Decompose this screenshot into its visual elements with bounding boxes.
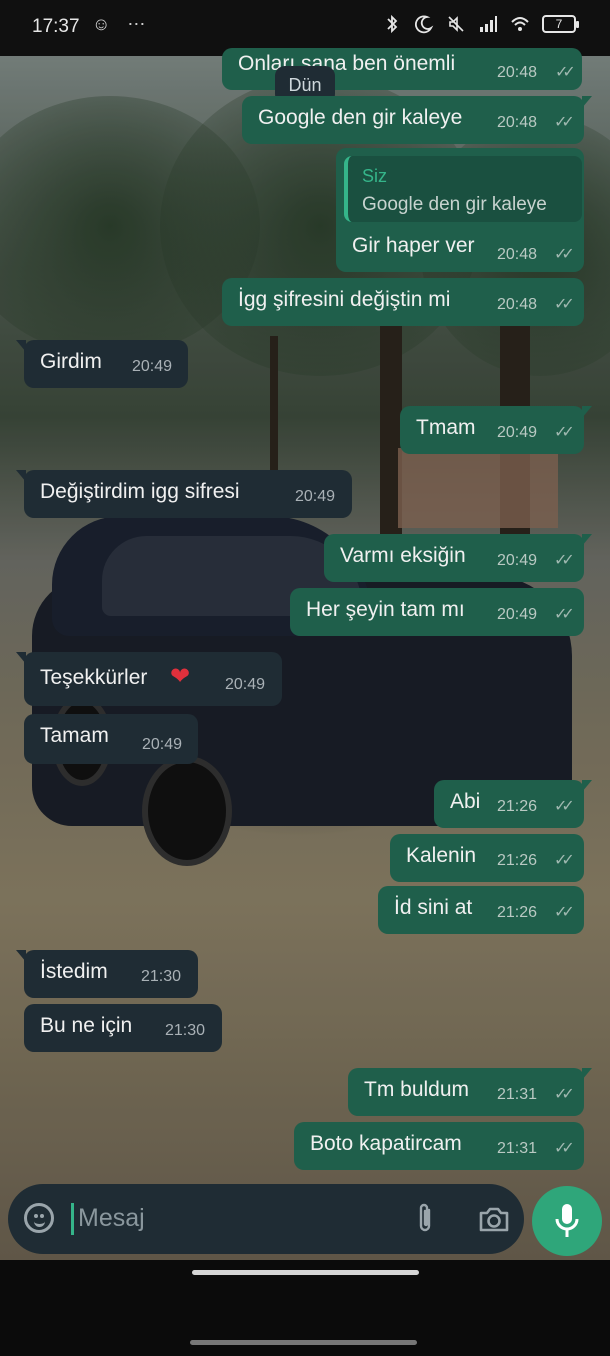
message-bubble[interactable]: İgg şifresini değiştin mi 20:48 ✓✓	[222, 278, 584, 326]
message-bubble[interactable]: Boto kapatircam 21:31 ✓✓	[294, 1122, 584, 1170]
message-text: Tamam	[40, 724, 109, 747]
message-text: Varmı eksiğin	[340, 544, 466, 567]
read-ticks-icon: ✓✓	[554, 552, 575, 569]
message-text: Değiştirdim igg sifresi	[40, 480, 240, 503]
message-bubble[interactable]: Tm buldum 21:31 ✓✓	[348, 1068, 592, 1116]
quote-text: Google den gir kaleye	[362, 194, 547, 215]
message-time: 21:30	[165, 1022, 206, 1039]
message-bubble[interactable]: İd sini at 21:26 ✓✓	[378, 886, 584, 934]
message-time: 21:30	[141, 968, 182, 985]
quoted-message[interactable]: Siz Google den gir kaleye	[344, 156, 582, 222]
read-ticks-icon: ✓✓	[554, 904, 575, 921]
signal-icon	[480, 16, 497, 32]
message-bubble[interactable]: Bu ne için 21:30	[24, 1004, 222, 1052]
message-bubble[interactable]: Girdim 20:49	[16, 340, 188, 388]
message-composer[interactable]: Mesaj	[8, 1184, 524, 1254]
message-text: Boto kapatircam	[310, 1132, 462, 1155]
message-time: 21:31	[497, 1140, 538, 1157]
message-text: İgg şifresini değiştin mi	[238, 288, 451, 311]
bluetooth-icon	[387, 14, 398, 34]
message-text: Girdim	[40, 350, 102, 373]
message-bubble[interactable]: İstedim 21:30	[16, 950, 198, 998]
message-text: Tmam	[416, 416, 476, 439]
message-time: 20:49	[497, 424, 538, 441]
message-time: 21:26	[497, 798, 538, 815]
read-ticks-icon: ✓✓	[554, 1086, 575, 1103]
message-time: 21:31	[497, 1086, 538, 1103]
read-ticks-icon: ✓✓	[554, 424, 575, 441]
wifi-icon	[511, 17, 529, 31]
message-bubble[interactable]: Tamam 20:49	[24, 714, 198, 764]
read-ticks-icon: ✓✓	[554, 114, 575, 131]
message-time: 20:49	[295, 488, 336, 505]
message-time: 21:26	[497, 852, 538, 869]
read-ticks-icon: ✓✓	[554, 606, 575, 623]
message-text: Bu ne için	[40, 1014, 133, 1037]
heart-emoji: ❤	[170, 663, 191, 690]
message-time: 20:48	[497, 296, 538, 313]
message-text: Gir haper ver	[352, 234, 475, 257]
quote-author: Siz	[362, 166, 388, 186]
message-text: Google den gir kaleye	[258, 106, 463, 129]
message-text: Onları sana ben önemli	[238, 52, 456, 75]
message-bubble[interactable]: Teşekkürler ❤ 20:49	[16, 652, 282, 706]
emoji-icon[interactable]	[24, 1203, 54, 1233]
camera-icon[interactable]	[478, 1204, 510, 1234]
message-time: 20:49	[497, 552, 538, 569]
moon-icon	[414, 15, 434, 34]
read-ticks-icon: ✓✓	[554, 1140, 575, 1157]
read-ticks-icon: ✓✓	[554, 246, 575, 263]
message-bubble[interactable]: Değiştirdim igg sifresi 20:49	[16, 470, 352, 518]
message-time: 20:49	[497, 606, 538, 623]
message-time: 20:48	[497, 64, 538, 81]
message-bubble[interactable]: Google den gir kaleye 20:48 ✓✓	[242, 96, 592, 144]
system-nav-bar	[0, 1260, 610, 1356]
message-text: İd sini at	[394, 896, 473, 919]
message-time: 20:48	[497, 246, 538, 263]
message-bubble[interactable]: Her şeyin tam mı 20:49 ✓✓	[290, 588, 584, 636]
message-time: 20:49	[225, 676, 266, 693]
message-text: Abi	[450, 790, 481, 813]
read-ticks-icon: ✓✓	[554, 852, 575, 869]
message-text: Tm buldum	[364, 1078, 470, 1101]
message-bubble[interactable]: Tmam 20:49 ✓✓	[400, 406, 592, 454]
message-time: 20:49	[142, 736, 183, 753]
message-time: 21:26	[497, 904, 538, 921]
read-ticks-icon: ✓✓	[554, 798, 575, 815]
read-ticks-icon: ✓✓	[555, 64, 576, 81]
message-bubble[interactable]: Abi 21:26 ✓✓	[434, 780, 592, 828]
message-text: Her şeyin tam mı	[306, 598, 465, 621]
message-text: Teşekkürler	[40, 666, 148, 689]
mic-button[interactable]	[532, 1186, 602, 1256]
mute-icon	[448, 16, 464, 32]
read-ticks-icon: ✓✓	[554, 296, 575, 313]
mic-icon	[555, 1204, 579, 1237]
gesture-handle[interactable]	[192, 1270, 419, 1275]
message-bubble[interactable]: Varmı eksiğin 20:49 ✓✓	[324, 534, 592, 582]
message-time: 20:48	[497, 114, 538, 131]
status-time: 17:37	[32, 16, 80, 37]
battery-level: 7	[555, 17, 563, 31]
message-bubble-reply[interactable]: Siz Google den gir kaleye Gir haper ver …	[336, 148, 584, 272]
message-text: İstedim	[40, 960, 108, 983]
message-time: 20:49	[132, 358, 173, 375]
battery-icon: 7	[542, 15, 579, 33]
gesture-handle-secondary[interactable]	[190, 1340, 417, 1345]
notification-icons: ☺ ⋯	[92, 14, 152, 34]
attach-icon[interactable]	[414, 1202, 436, 1236]
text-cursor	[71, 1203, 74, 1235]
message-bubble[interactable]: Kalenin 21:26 ✓✓	[390, 834, 584, 882]
message-text: Kalenin	[406, 844, 477, 867]
message-input[interactable]: Mesaj	[78, 1204, 145, 1233]
